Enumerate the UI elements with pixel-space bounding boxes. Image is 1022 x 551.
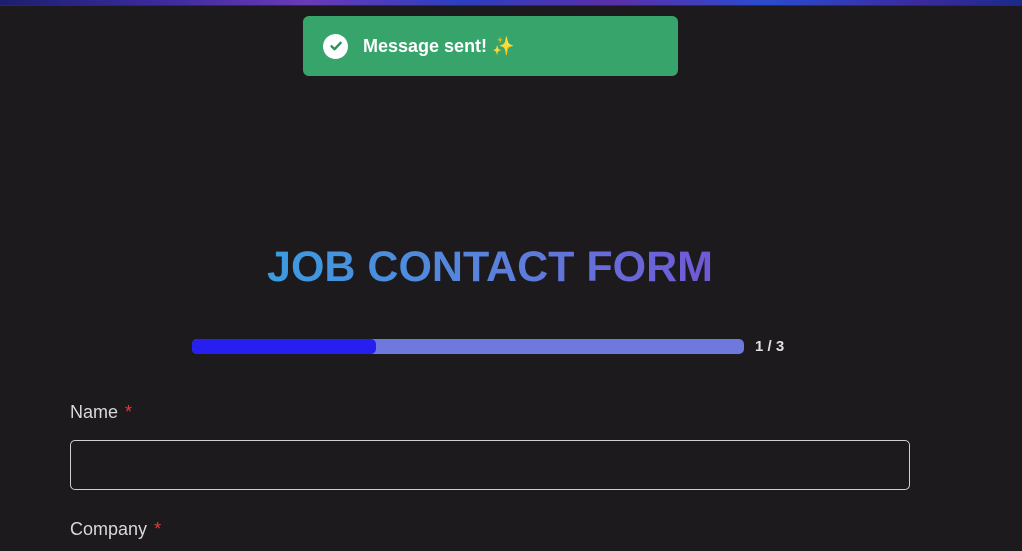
required-marker: * — [154, 519, 162, 539]
form-title: JOB CONTACT FORM — [267, 243, 713, 291]
required-marker: * — [125, 402, 133, 422]
company-field-label: Company * — [70, 519, 162, 539]
name-field-label: Name * — [70, 402, 133, 422]
progress-step-label: 1 / 3 — [755, 338, 785, 355]
success-toast: Message sent! ✨ — [303, 16, 678, 76]
progress-bar-fill — [192, 339, 376, 354]
toast-message: Message sent! ✨ — [363, 35, 515, 56]
progress-bar — [192, 339, 744, 354]
check-circle-icon — [323, 33, 348, 59]
top-banner-image — [0, 0, 1022, 6]
name-input[interactable] — [70, 440, 910, 490]
